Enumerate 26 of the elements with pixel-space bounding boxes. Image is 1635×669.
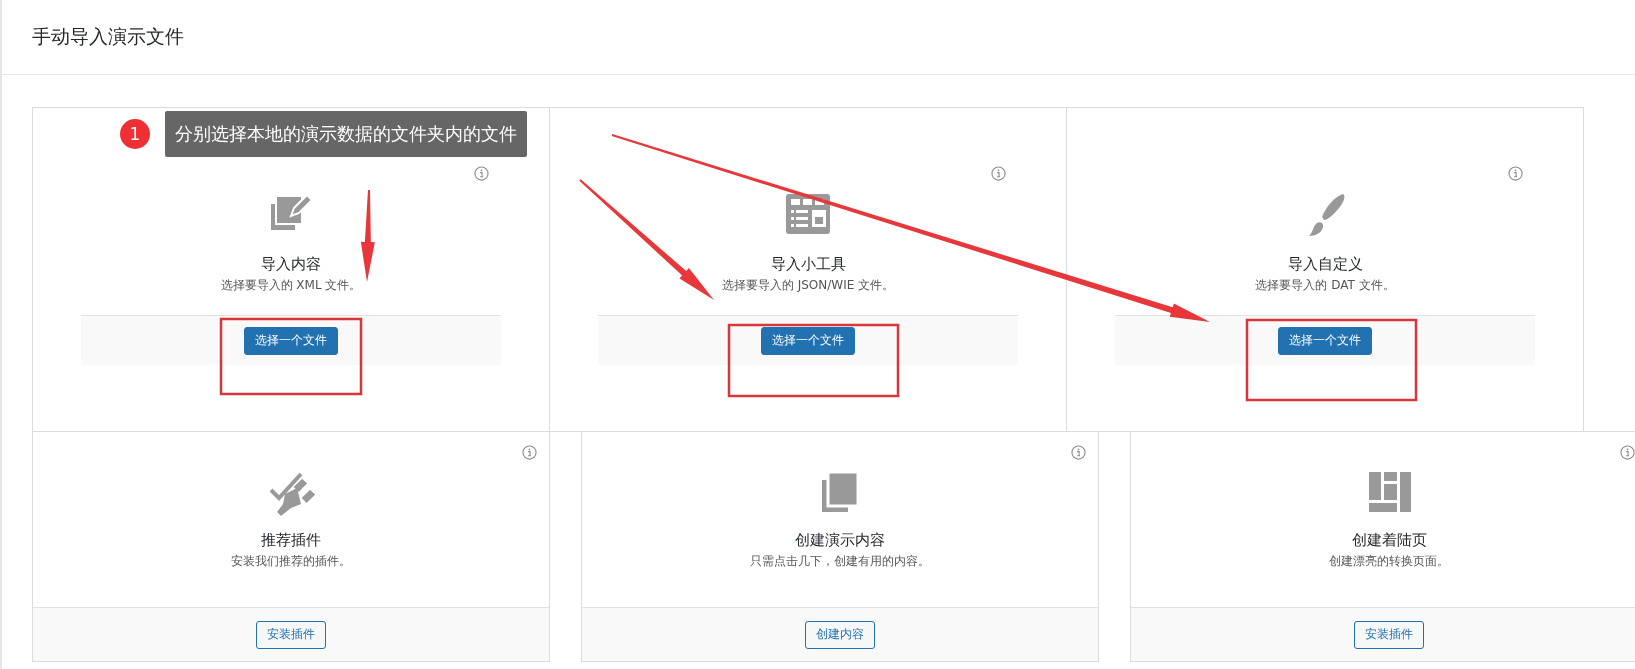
card-description: 安装我们推荐的插件。	[231, 553, 351, 570]
info-icon[interactable]	[1071, 445, 1086, 460]
card-description: 创建漂亮的转换页面。	[1329, 553, 1449, 570]
info-icon[interactable]	[522, 445, 537, 460]
card-description: 选择要导入的 XML 文件。	[220, 277, 362, 294]
card-title: 创建着陆页	[1351, 530, 1427, 550]
page-title: 手动导入演示文件	[32, 24, 184, 49]
choose-file-button[interactable]: 选择一个文件	[1278, 326, 1372, 355]
info-icon[interactable]	[474, 166, 489, 181]
info-icon[interactable]	[991, 166, 1006, 181]
card-title: 推荐插件	[261, 530, 321, 550]
choose-file-button[interactable]: 选择一个文件	[761, 326, 855, 355]
card-description: 选择要导入的 JSON/WIE 文件。	[721, 277, 895, 294]
action-button[interactable]: 安装插件	[256, 620, 326, 649]
annotation-callout: 分别选择本地的演示数据的文件夹内的文件	[165, 111, 527, 157]
choose-file-button[interactable]: 选择一个文件	[244, 326, 338, 355]
card-title: 导入小工具	[770, 254, 846, 274]
info-icon[interactable]	[1620, 445, 1635, 460]
card-description: 只需点击几下，创建有用的内容。	[750, 553, 930, 570]
action-button[interactable]: 安装插件	[1354, 620, 1424, 649]
card-title: 导入内容	[261, 254, 321, 274]
card-description: 选择要导入的 DAT 文件。	[1255, 277, 1395, 294]
action-button[interactable]: 创建内容	[805, 620, 875, 649]
card-title: 创建演示内容	[795, 530, 885, 550]
info-icon[interactable]	[1508, 166, 1523, 181]
card-title: 导入自定义	[1287, 254, 1363, 274]
